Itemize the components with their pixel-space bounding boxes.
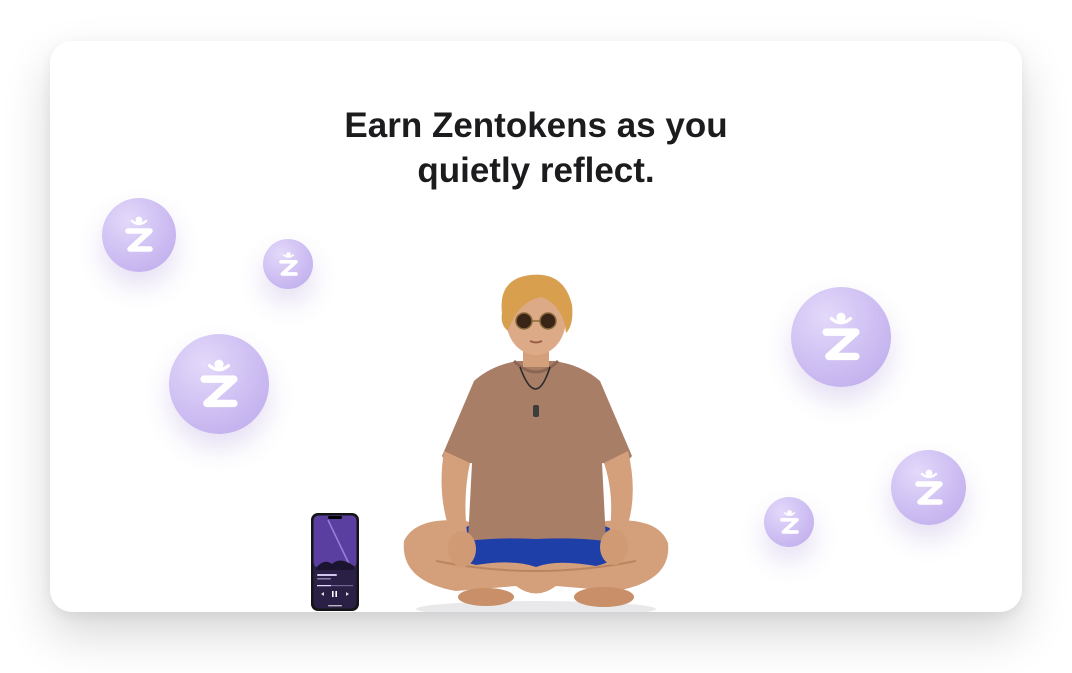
phone-app-image (311, 513, 359, 611)
headline: Earn Zentokens as you quietly reflect. (50, 103, 1022, 193)
zentoken-icon (169, 334, 269, 434)
page: Earn Zentokens as you quietly reflect. (0, 0, 1072, 673)
headline-line-2: quietly reflect. (417, 151, 655, 190)
zentoken-icon (263, 239, 313, 289)
zentoken-icon (764, 497, 814, 547)
zentoken-icon (102, 198, 176, 272)
zentoken-icon (891, 450, 966, 525)
meditating-person-image (403, 274, 669, 612)
headline-line-1: Earn Zentokens as you (344, 106, 728, 145)
hero-card: Earn Zentokens as you quietly reflect. (50, 41, 1022, 612)
zentoken-icon (791, 287, 891, 387)
